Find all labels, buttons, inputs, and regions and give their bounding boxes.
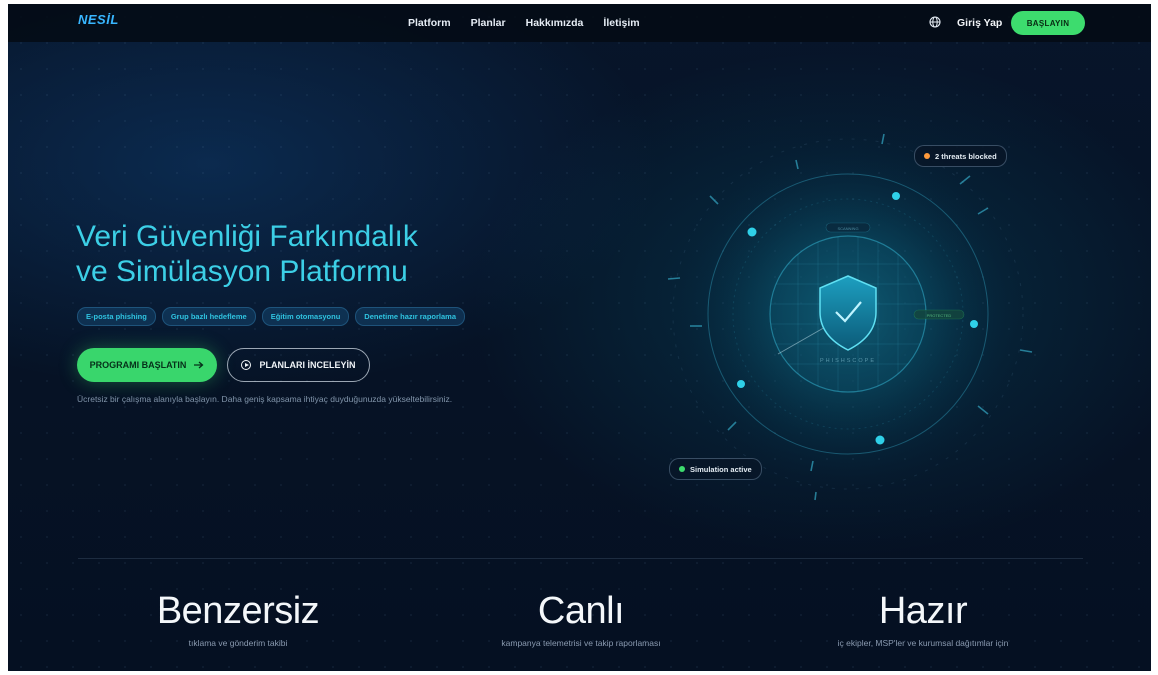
view-plans-button[interactable]: PLANLARI İNCELEYİN <box>227 348 370 382</box>
get-started-button[interactable]: BAŞLAYIN <box>1011 11 1085 35</box>
view-plans-label: PLANLARI İNCELEYİN <box>259 360 356 370</box>
simulation-active-text: Simulation active <box>690 464 752 474</box>
status-dot-green <box>679 466 685 472</box>
ring-label-right: PROTECTED <box>927 313 952 318</box>
stat-ready-caption: iç ekipler, MSP'ler ve kurumsal dağıtıml… <box>837 638 1009 648</box>
shield-label: PHISHSCOPE <box>820 358 876 364</box>
section-divider <box>78 558 1083 559</box>
hero-title-line2: ve Simülasyon Platformu <box>76 255 408 288</box>
nav-item-planlar[interactable]: Planlar <box>471 17 506 29</box>
threats-blocked-text: 2 threats blocked <box>935 151 997 161</box>
hero-title: Veri Güvenliği Farkındalık ve Simülasyon… <box>76 219 556 289</box>
simulation-active-badge: Simulation active <box>669 458 762 480</box>
nav-item-platform[interactable]: Platform <box>408 17 451 29</box>
stat-unique: Benzersiz tıklama ve gönderim takibi <box>88 589 388 648</box>
nav-menu: Platform Planlar Hakkımızda İletişim <box>408 17 640 29</box>
play-circle-icon <box>241 360 252 370</box>
stat-ready-value: Hazır <box>878 590 968 632</box>
start-program-label: PROGRAMI BAŞLATIN <box>89 360 187 370</box>
arrow-right-icon <box>194 361 204 369</box>
top-navigation: NESİL Platform Planlar Hakkımızda İletiş… <box>8 4 1151 42</box>
tag-training-automation: Eğitim otomasyonu <box>261 307 350 326</box>
stat-live: Canlı kampanya telemetrisi ve takip rapo… <box>431 589 731 648</box>
ring-label-top: SCANNING <box>837 226 858 231</box>
hero-note: Ücretsiz bir çalışma alanıyla başlayın. … <box>77 394 453 404</box>
logo[interactable]: NESİL <box>78 12 119 27</box>
stat-ready: Hazır iç ekipler, MSP'ler ve kurumsal da… <box>773 589 1073 648</box>
security-radar-visual: PHISHSCOPE SCANNING PROTECTED <box>667 133 1033 501</box>
tag-group-targeting: Grup bazlı hedefleme <box>161 307 256 326</box>
tag-email-phishing: E-posta phishing <box>77 307 156 326</box>
feature-tags: E-posta phishing Grup bazlı hedefleme Eğ… <box>77 307 465 326</box>
nav-item-hakkimizda[interactable]: Hakkımızda <box>526 17 584 29</box>
threats-blocked-badge: 2 threats blocked <box>914 145 1007 167</box>
stat-unique-caption: tıklama ve gönderim takibi <box>188 638 288 648</box>
stat-live-caption: kampanya telemetrisi ve takip raporlamas… <box>501 638 661 648</box>
start-program-button[interactable]: PROGRAMI BAŞLATIN <box>77 348 217 382</box>
status-dot-orange <box>924 153 930 159</box>
nav-item-iletisim[interactable]: İletişim <box>603 17 639 29</box>
hero-title-line1: Veri Güvenliği Farkındalık <box>76 220 418 253</box>
stat-live-value: Canlı <box>537 590 625 632</box>
globe-icon[interactable] <box>929 16 941 28</box>
tag-audit-reporting: Denetime hazır raporlama <box>355 307 465 326</box>
login-link[interactable]: Giriş Yap <box>957 17 1002 29</box>
stat-unique-value: Benzersiz <box>156 590 320 632</box>
page-frame: NESİL Platform Planlar Hakkımızda İletiş… <box>8 4 1151 671</box>
